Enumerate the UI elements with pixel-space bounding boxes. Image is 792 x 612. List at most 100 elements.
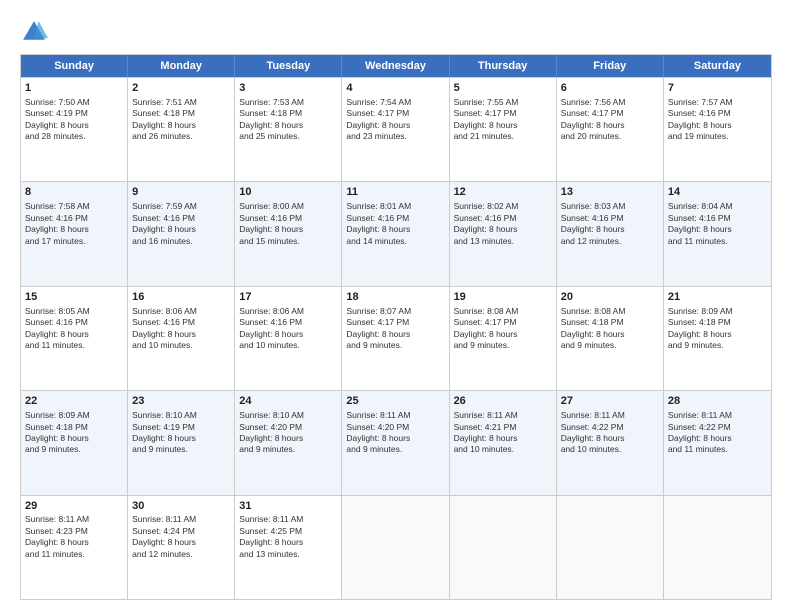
day-number: 28 [668, 394, 767, 409]
day-info-line: Daylight: 8 hours [346, 120, 444, 131]
day-info-line: Daylight: 8 hours [668, 329, 767, 340]
day-info-line: and 17 minutes. [25, 236, 123, 247]
day-number: 27 [561, 394, 659, 409]
day-info-line: Sunrise: 8:11 AM [561, 410, 659, 421]
calendar-header-cell: Tuesday [235, 55, 342, 77]
day-number: 7 [668, 81, 767, 96]
day-info-line: Sunrise: 7:51 AM [132, 97, 230, 108]
day-info-line: and 11 minutes. [25, 549, 123, 560]
day-info-line: Sunrise: 8:11 AM [239, 514, 337, 525]
day-info-line: Sunset: 4:18 PM [668, 317, 767, 328]
day-info-line: Sunset: 4:20 PM [239, 422, 337, 433]
calendar-cell: 25Sunrise: 8:11 AMSunset: 4:20 PMDayligh… [342, 391, 449, 494]
calendar-cell: 7Sunrise: 7:57 AMSunset: 4:16 PMDaylight… [664, 78, 771, 181]
calendar-cell: 3Sunrise: 7:53 AMSunset: 4:18 PMDaylight… [235, 78, 342, 181]
calendar-cell: 20Sunrise: 8:08 AMSunset: 4:18 PMDayligh… [557, 287, 664, 390]
day-info-line: Daylight: 8 hours [346, 224, 444, 235]
day-info-line: Sunrise: 8:05 AM [25, 306, 123, 317]
day-info-line: Sunrise: 8:09 AM [668, 306, 767, 317]
day-number: 31 [239, 499, 337, 514]
day-number: 1 [25, 81, 123, 96]
day-number: 20 [561, 290, 659, 305]
logo-icon [20, 18, 48, 46]
day-info-line: and 26 minutes. [132, 131, 230, 142]
day-info-line: Daylight: 8 hours [239, 433, 337, 444]
day-info-line: Sunset: 4:19 PM [132, 422, 230, 433]
day-info-line: Sunrise: 8:06 AM [239, 306, 337, 317]
day-info-line: and 10 minutes. [454, 444, 552, 455]
day-info-line: Sunset: 4:17 PM [561, 108, 659, 119]
day-info-line: Sunrise: 7:58 AM [25, 201, 123, 212]
day-info-line: Daylight: 8 hours [561, 433, 659, 444]
day-info-line: Daylight: 8 hours [132, 329, 230, 340]
day-number: 16 [132, 290, 230, 305]
calendar-cell [664, 496, 771, 599]
day-info-line: and 15 minutes. [239, 236, 337, 247]
day-info-line: Sunrise: 7:54 AM [346, 97, 444, 108]
day-info-line: Daylight: 8 hours [454, 120, 552, 131]
header [20, 18, 772, 46]
day-info-line: and 9 minutes. [132, 444, 230, 455]
calendar-row: 8Sunrise: 7:58 AM Sunset: 4:16 PM Daylight… [21, 181, 771, 285]
day-info-line: and 14 minutes. [346, 236, 444, 247]
day-info-line: Sunset: 4:16 PM [25, 317, 123, 328]
day-info-line: and 12 minutes. [561, 236, 659, 247]
calendar-header-cell: Wednesday [342, 55, 449, 77]
day-info-line: Sunset: 4:16 PM [132, 317, 230, 328]
day-info-line: and 9 minutes. [239, 444, 337, 455]
calendar-cell: 30Sunrise: 8:11 AMSunset: 4:24 PMDayligh… [128, 496, 235, 599]
calendar-header-cell: Monday [128, 55, 235, 77]
day-info-line: Sunrise: 7:50 AM [25, 97, 123, 108]
day-info-line: Sunset: 4:17 PM [346, 108, 444, 119]
day-info-line: Sunrise: 7:55 AM [454, 97, 552, 108]
day-info-line: Sunrise: 8:08 AM [454, 306, 552, 317]
day-number: 8 [25, 185, 123, 200]
calendar-cell: 5Sunrise: 7:55 AMSunset: 4:17 PMDaylight… [450, 78, 557, 181]
calendar-cell: 4Sunrise: 7:54 AMSunset: 4:17 PMDaylight… [342, 78, 449, 181]
day-info-line: Daylight: 8 hours [239, 224, 337, 235]
day-info-line: Daylight: 8 hours [454, 224, 552, 235]
day-info-line: Sunrise: 8:07 AM [346, 306, 444, 317]
calendar: SundayMondayTuesdayWednesdayThursdayFrid… [20, 54, 772, 600]
day-info-line: Sunrise: 8:08 AM [561, 306, 659, 317]
day-info-line: Daylight: 8 hours [132, 120, 230, 131]
calendar-cell: 24Sunrise: 8:10 AMSunset: 4:20 PMDayligh… [235, 391, 342, 494]
day-info-line: Sunset: 4:18 PM [561, 317, 659, 328]
day-info-line: Daylight: 8 hours [561, 120, 659, 131]
day-info-line: Sunset: 4:17 PM [454, 108, 552, 119]
day-info-line: and 9 minutes. [346, 340, 444, 351]
calendar-cell: 22Sunrise: 8:09 AMSunset: 4:18 PMDayligh… [21, 391, 128, 494]
day-info-line: Daylight: 8 hours [25, 224, 123, 235]
day-info-line: Sunset: 4:24 PM [132, 526, 230, 537]
day-info-line: and 13 minutes. [454, 236, 552, 247]
day-info-line: Sunrise: 8:06 AM [132, 306, 230, 317]
day-info-line: Sunrise: 8:11 AM [454, 410, 552, 421]
day-number: 10 [239, 185, 337, 200]
day-info-line: Daylight: 8 hours [25, 537, 123, 548]
day-number: 17 [239, 290, 337, 305]
day-info-line: Daylight: 8 hours [668, 120, 767, 131]
day-number: 18 [346, 290, 444, 305]
day-info-line: Daylight: 8 hours [25, 329, 123, 340]
day-number: 19 [454, 290, 552, 305]
calendar-cell: 26Sunrise: 8:11 AMSunset: 4:21 PMDayligh… [450, 391, 557, 494]
day-info-line: Sunrise: 8:00 AM [239, 201, 337, 212]
day-info-line: Sunset: 4:16 PM [132, 213, 230, 224]
day-info-line: and 11 minutes. [668, 444, 767, 455]
calendar-cell: 8Sunrise: 7:58 AMSunset: 4:16 PMDaylight… [21, 182, 128, 285]
day-info-line: Sunrise: 7:57 AM [668, 97, 767, 108]
calendar-header-cell: Thursday [450, 55, 557, 77]
calendar-header: SundayMondayTuesdayWednesdayThursdayFrid… [21, 55, 771, 77]
day-number: 30 [132, 499, 230, 514]
day-info-line: and 10 minutes. [561, 444, 659, 455]
day-info-line: and 12 minutes. [132, 549, 230, 560]
day-info-line: Daylight: 8 hours [668, 433, 767, 444]
day-number: 12 [454, 185, 552, 200]
calendar-cell: 13Sunrise: 8:03 AMSunset: 4:16 PMDayligh… [557, 182, 664, 285]
calendar-header-cell: Saturday [664, 55, 771, 77]
day-info-line: Sunset: 4:16 PM [668, 213, 767, 224]
day-number: 23 [132, 394, 230, 409]
calendar-cell: 12Sunrise: 8:02 AMSunset: 4:16 PMDayligh… [450, 182, 557, 285]
day-info-line: Sunset: 4:19 PM [25, 108, 123, 119]
calendar-cell: 21Sunrise: 8:09 AMSunset: 4:18 PMDayligh… [664, 287, 771, 390]
